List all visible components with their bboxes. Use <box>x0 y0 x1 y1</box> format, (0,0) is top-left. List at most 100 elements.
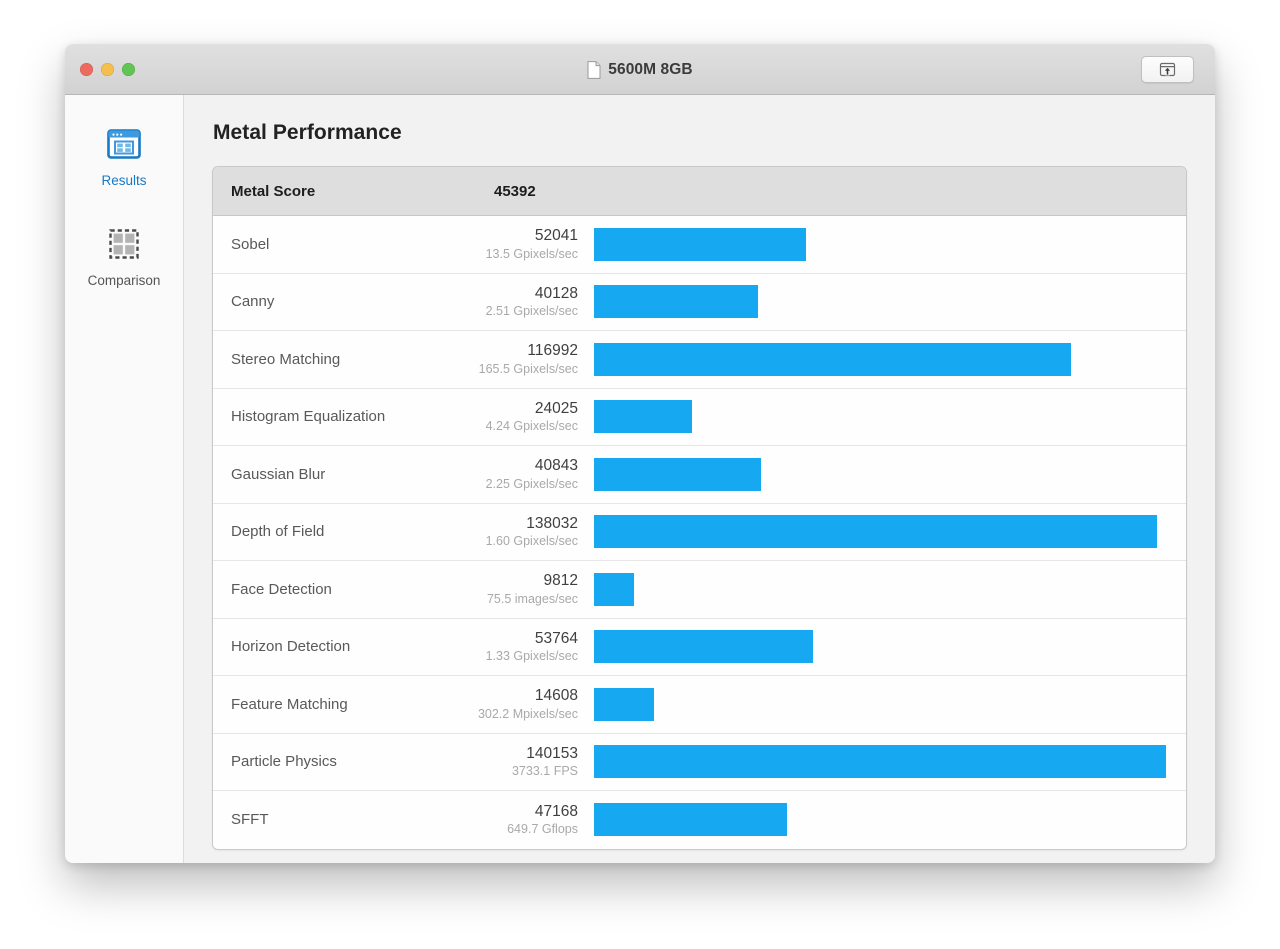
benchmark-score: 14608 <box>534 687 578 705</box>
table-row[interactable]: Sobel 52041 13.5 Gpixels/sec <box>213 216 1186 274</box>
benchmark-bar <box>594 342 1072 376</box>
share-button[interactable] <box>1141 56 1194 83</box>
column-header-name: Metal Score <box>231 182 316 200</box>
content-area: Metal Performance Metal Score 45392 Sobe… <box>184 95 1215 863</box>
benchmark-score: 9812 <box>543 572 578 590</box>
benchmark-score-cell: 40843 2.25 Gpixels/sec <box>458 457 578 491</box>
table-row[interactable]: Stereo Matching 116992 165.5 Gpixels/sec <box>213 331 1186 389</box>
benchmark-score-cell: 53764 1.33 Gpixels/sec <box>458 630 578 664</box>
benchmark-bar-track <box>578 227 1186 261</box>
benchmark-score: 40843 <box>534 457 578 475</box>
benchmark-name: Particle Physics <box>231 753 337 771</box>
benchmark-score: 138032 <box>526 514 578 532</box>
benchmark-bar-track <box>578 630 1186 664</box>
benchmark-bar-track <box>578 803 1186 837</box>
table-row[interactable]: Horizon Detection 53764 1.33 Gpixels/sec <box>213 618 1186 676</box>
results-window-grid-icon <box>107 129 141 159</box>
table-row[interactable]: Histogram Equalization 24025 4.24 Gpixels/… <box>213 388 1186 446</box>
table-body: Sobel 52041 13.5 Gpixels/sec Canny 40128 2.51… <box>213 216 1186 849</box>
benchmark-bar-track <box>578 457 1186 491</box>
window-titlebar: 5600M 8GB <box>65 44 1215 95</box>
benchmark-score-cell: 138032 1.60 Gpixels/sec <box>458 515 578 549</box>
benchmark-rate: 1.60 Gpixels/sec <box>485 534 578 549</box>
benchmark-score: 47168 <box>534 802 578 820</box>
benchmark-rate: 4.24 Gpixels/sec <box>485 419 578 434</box>
benchmark-score-cell: 47168 649.7 Gflops <box>458 803 578 837</box>
benchmark-rate: 2.25 Gpixels/sec <box>485 476 578 491</box>
benchmark-name: Horizon Detection <box>231 638 351 656</box>
benchmark-name: SFFT <box>231 811 269 829</box>
window-body: Results Comparison Metal Performance Met… <box>65 95 1215 863</box>
overall-metal-score: 45392 <box>494 182 536 200</box>
window-title: 5600M 8GB <box>608 60 693 78</box>
benchmark-score-cell: 40128 2.51 Gpixels/sec <box>458 285 578 319</box>
benchmark-score-cell: 14608 302.2 Mpixels/sec <box>458 687 578 721</box>
benchmark-bar-track <box>578 745 1186 779</box>
metal-performance-table: Metal Score 45392 Sobel 52041 13.5 Gpixels… <box>212 166 1187 850</box>
benchmark-bar <box>594 745 1166 779</box>
benchmark-score-cell: 116992 165.5 Gpixels/sec <box>458 342 578 376</box>
share-upload-icon <box>1159 62 1176 77</box>
benchmark-name: Sobel <box>231 235 270 253</box>
sidebar-item-label: Results <box>101 173 147 188</box>
table-row[interactable]: SFFT 47168 649.7 Gflops <box>213 791 1186 849</box>
app-window: 5600M 8GB Results Comparison Metal Perfo… <box>65 44 1215 863</box>
table-row[interactable]: Gaussian Blur 40843 2.25 Gpixels/sec <box>213 446 1186 504</box>
benchmark-bar <box>594 572 635 606</box>
sidebar-item-results[interactable]: Results <box>65 114 183 194</box>
benchmark-score: 116992 <box>527 342 578 360</box>
table-row[interactable]: Canny 40128 2.51 Gpixels/sec <box>213 273 1186 331</box>
benchmark-bar-track <box>578 572 1186 606</box>
benchmark-bar-track <box>578 515 1186 549</box>
benchmark-rate: 3733.1 FPS <box>511 764 578 779</box>
benchmark-bar <box>594 457 761 491</box>
benchmark-bar <box>594 803 787 837</box>
comparison-dashed-grid-icon <box>109 229 139 259</box>
close-button[interactable] <box>80 63 93 76</box>
page-title: Metal Performance <box>213 121 402 144</box>
benchmark-rate: 1.33 Gpixels/sec <box>485 649 578 664</box>
benchmark-bar-track <box>578 687 1186 721</box>
benchmark-name: Histogram Equalization <box>231 408 386 426</box>
benchmark-score-cell: 140153 3733.1 FPS <box>458 745 578 779</box>
sidebar-item-comparison[interactable]: Comparison <box>65 214 183 294</box>
table-header-row: Metal Score 45392 <box>213 167 1186 216</box>
sidebar-item-label: Comparison <box>87 273 161 288</box>
benchmark-bar-track <box>578 342 1186 376</box>
benchmark-name: Gaussian Blur <box>231 465 326 483</box>
document-icon <box>587 60 601 79</box>
benchmark-score: 140153 <box>526 744 578 762</box>
benchmark-score: 40128 <box>534 284 578 302</box>
benchmark-score: 53764 <box>534 629 578 647</box>
benchmark-bar <box>594 285 758 319</box>
table-row[interactable]: Particle Physics 140153 3733.1 FPS <box>213 733 1186 791</box>
benchmark-score-cell: 9812 75.5 images/sec <box>458 572 578 606</box>
benchmark-score: 24025 <box>534 399 578 417</box>
benchmark-score: 52041 <box>534 227 578 245</box>
benchmark-name: Depth of Field <box>231 523 325 541</box>
benchmark-bar <box>594 630 814 664</box>
benchmark-bar <box>594 227 807 261</box>
table-row[interactable]: Depth of Field 138032 1.60 Gpixels/sec <box>213 503 1186 561</box>
sidebar: Results Comparison <box>65 95 184 863</box>
benchmark-bar-track <box>578 400 1186 434</box>
benchmark-bar <box>594 400 693 434</box>
table-row[interactable]: Face Detection 9812 75.5 images/sec <box>213 561 1186 619</box>
minimize-button[interactable] <box>101 63 114 76</box>
benchmark-rate: 2.51 Gpixels/sec <box>485 304 578 319</box>
benchmark-name: Canny <box>231 293 275 311</box>
benchmark-score-cell: 24025 4.24 Gpixels/sec <box>458 400 578 434</box>
benchmark-rate: 75.5 images/sec <box>486 591 578 606</box>
benchmark-score-cell: 52041 13.5 Gpixels/sec <box>458 227 578 261</box>
benchmark-bar-track <box>578 285 1186 319</box>
window-title-group: 5600M 8GB <box>65 44 1215 95</box>
window-controls <box>80 63 135 76</box>
benchmark-name: Face Detection <box>231 580 332 598</box>
benchmark-bar <box>594 515 1158 549</box>
benchmark-name: Feature Matching <box>231 695 348 713</box>
benchmark-rate: 165.5 Gpixels/sec <box>478 361 578 376</box>
zoom-button[interactable] <box>122 63 135 76</box>
table-row[interactable]: Feature Matching 14608 302.2 Mpixels/sec <box>213 676 1186 734</box>
screen: 5600M 8GB Results Comparison Metal Perfo… <box>0 0 1280 949</box>
benchmark-bar <box>594 687 654 721</box>
